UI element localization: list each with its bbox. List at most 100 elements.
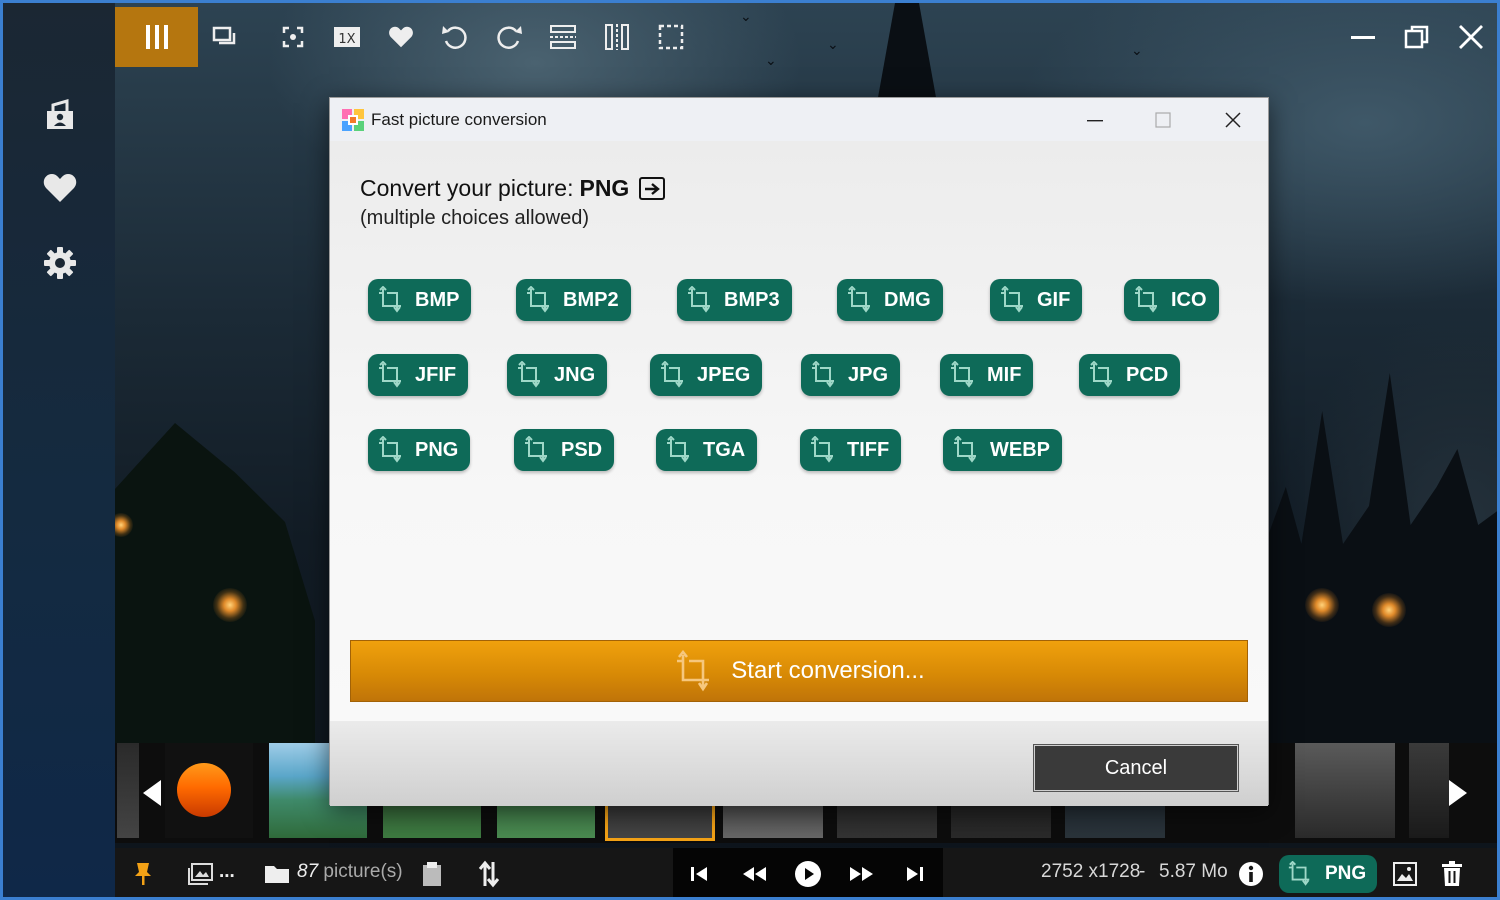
picture-count-number: 87 xyxy=(297,861,319,882)
dialog-title: Fast picture conversion xyxy=(371,109,547,129)
arrow-right-icon xyxy=(639,177,666,200)
convert-icon xyxy=(1135,286,1157,313)
dialog-subheading: (multiple choices allowed) xyxy=(360,207,589,229)
format-badge-button[interactable]: PNG xyxy=(1279,855,1377,893)
dialog-heading: Convert your picture: PNG xyxy=(360,175,666,202)
last-icon[interactable] xyxy=(903,858,927,890)
image-viewer-app: ⌄ ⌄ ⌄ ⌄ 1X ... 87 picture(s) 2752 x1728 … xyxy=(0,0,1500,900)
convert-icon xyxy=(527,286,549,313)
file-size: 5.87 Mo xyxy=(1159,861,1228,882)
convert-icon xyxy=(525,436,547,463)
format-button-gif[interactable]: GIF xyxy=(990,279,1083,321)
format-label: TGA xyxy=(703,438,746,461)
clipboard-icon[interactable] xyxy=(419,858,445,890)
convert-icon xyxy=(812,361,834,388)
crop-icon[interactable] xyxy=(655,21,687,53)
format-label: GIF xyxy=(1037,288,1071,311)
picture-count-label: picture(s) xyxy=(318,861,403,882)
convert-icon xyxy=(1288,861,1310,886)
format-button-png[interactable]: PNG xyxy=(368,429,471,471)
current-format: PNG xyxy=(579,175,630,201)
convert-icon xyxy=(379,361,401,388)
format-button-tiff[interactable]: TIFF xyxy=(800,429,902,471)
format-button-psd[interactable]: PSD xyxy=(514,429,615,471)
convert-icon xyxy=(661,361,683,388)
folder-icon[interactable] xyxy=(263,858,291,890)
flip-vertical-icon[interactable] xyxy=(547,21,579,53)
format-button-mif[interactable]: MIF xyxy=(940,354,1034,396)
start-conversion-button[interactable]: Start conversion... xyxy=(350,640,1248,702)
previous-arrow-icon[interactable] xyxy=(137,778,167,808)
start-conversion-label: Start conversion... xyxy=(731,657,925,684)
rotate-right-icon[interactable] xyxy=(493,21,525,53)
format-button-bmp3[interactable]: BMP3 xyxy=(677,279,792,321)
format-label: PCD xyxy=(1126,363,1169,386)
pin-icon[interactable] xyxy=(131,858,155,890)
thumbnail[interactable] xyxy=(165,743,253,838)
format-button-pcd[interactable]: PCD xyxy=(1079,354,1181,396)
format-label: WEBP xyxy=(990,438,1050,461)
maximize-icon[interactable] xyxy=(1128,98,1198,141)
format-label: DMG xyxy=(884,288,931,311)
format-button-jfif[interactable]: JFIF xyxy=(368,354,469,396)
fullscreen-icon[interactable] xyxy=(277,21,309,53)
zoom-1x-icon[interactable]: 1X xyxy=(331,21,363,53)
info-icon[interactable] xyxy=(1237,858,1265,890)
format-label: ICO xyxy=(1171,288,1207,311)
format-button-webp[interactable]: WEBP xyxy=(943,429,1062,471)
format-label: MIF xyxy=(987,363,1022,386)
minimize-icon[interactable] xyxy=(1347,21,1379,53)
thumbnail[interactable] xyxy=(1295,743,1395,838)
format-button-jpg[interactable]: JPG xyxy=(801,354,901,396)
gear-icon[interactable] xyxy=(40,243,80,283)
format-label: JPG xyxy=(848,363,889,386)
slideshow-icon[interactable] xyxy=(209,21,241,53)
convert-icon xyxy=(379,436,401,463)
dialog-titlebar: Fast picture conversion xyxy=(330,98,1268,141)
convert-icon xyxy=(518,361,540,388)
format-button-dmg[interactable]: DMG xyxy=(837,279,943,321)
more-ellipsis[interactable]: ... xyxy=(219,861,235,883)
rewind-icon[interactable] xyxy=(739,858,769,890)
flip-horizontal-icon[interactable] xyxy=(601,21,633,53)
picture-folder-icon[interactable] xyxy=(187,858,215,890)
convert-icon xyxy=(1001,286,1023,313)
trash-icon[interactable] xyxy=(1439,858,1465,890)
thumbnail[interactable] xyxy=(117,743,139,838)
minimize-icon[interactable] xyxy=(1060,98,1130,141)
convert-icon xyxy=(379,286,401,313)
image-size-icon[interactable] xyxy=(1391,858,1419,890)
convert-icon xyxy=(677,650,710,692)
next-arrow-icon[interactable] xyxy=(1443,778,1473,808)
format-button-jng[interactable]: JNG xyxy=(507,354,608,396)
format-label: PNG xyxy=(415,438,459,461)
profile-icon[interactable] xyxy=(40,95,80,135)
menu-icon[interactable] xyxy=(115,7,198,67)
play-icon[interactable] xyxy=(793,858,823,890)
app-logo-icon xyxy=(342,108,364,131)
playback-controls xyxy=(673,848,943,897)
format-button-ico[interactable]: ICO xyxy=(1124,279,1219,321)
format-label: JPEG xyxy=(697,363,751,386)
convert-icon xyxy=(811,436,833,463)
cancel-button[interactable]: Cancel xyxy=(1033,744,1239,792)
format-label: BMP xyxy=(415,288,460,311)
convert-icon xyxy=(848,286,870,313)
format-button-tga[interactable]: TGA xyxy=(656,429,758,471)
convert-icon xyxy=(667,436,689,463)
info-separator: - xyxy=(1139,861,1146,882)
format-button-bmp2[interactable]: BMP2 xyxy=(516,279,631,321)
format-button-jpeg[interactable]: JPEG xyxy=(650,354,763,396)
restore-icon[interactable] xyxy=(1401,21,1433,53)
format-button-bmp[interactable]: BMP xyxy=(368,279,472,321)
heart-icon[interactable] xyxy=(385,21,417,53)
conversion-dialog: Fast picture conversion Convert your pic… xyxy=(329,97,1269,806)
first-icon[interactable] xyxy=(687,858,711,890)
sort-icon[interactable] xyxy=(475,858,503,890)
close-icon[interactable] xyxy=(1455,21,1487,53)
heart-icon[interactable] xyxy=(40,168,80,208)
fast-forward-icon[interactable] xyxy=(847,858,877,890)
rotate-left-icon[interactable] xyxy=(439,21,471,53)
close-icon[interactable] xyxy=(1198,98,1268,141)
convert-icon xyxy=(954,436,976,463)
